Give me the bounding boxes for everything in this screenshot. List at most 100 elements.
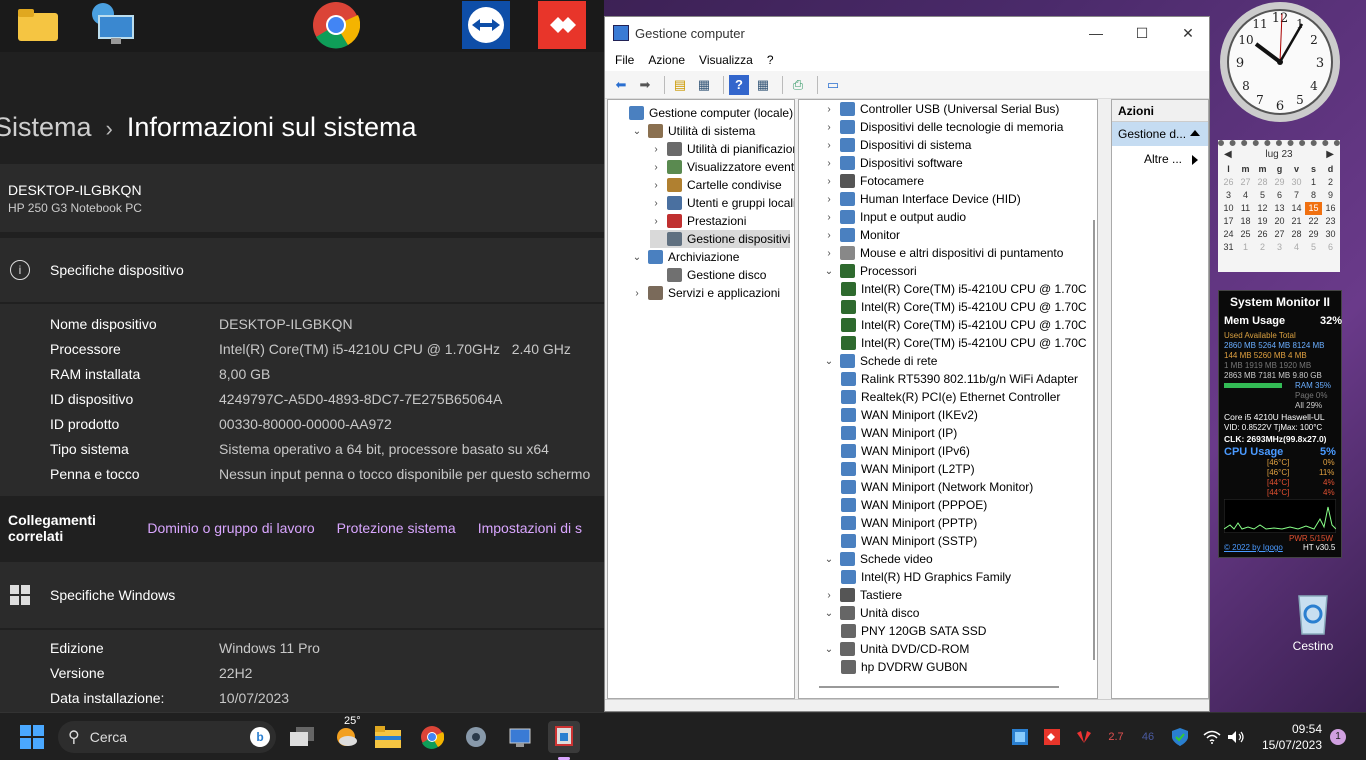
credit-link[interactable]: © 2022 by Igogo <box>1224 543 1283 552</box>
console-tree-item[interactable]: › Visualizzatore eventi <box>650 158 794 176</box>
calendar-day[interactable]: 24 <box>1220 228 1237 241</box>
actions-device-manager[interactable]: Gestione d... <box>1112 122 1208 146</box>
notification-badge[interactable]: 1 <box>1330 729 1346 745</box>
taskbar-clock[interactable]: 09:54 15/07/2023 <box>1262 721 1322 753</box>
menu-help[interactable]: ? <box>767 53 774 67</box>
chrome-icon[interactable] <box>312 2 360 49</box>
menu-action[interactable]: Azione <box>648 53 685 67</box>
calendar-day[interactable]: 30 <box>1288 176 1305 189</box>
calendar-day[interactable]: 13 <box>1271 202 1288 215</box>
network-computer-icon[interactable] <box>88 2 136 48</box>
horizontal-scrollbar[interactable] <box>819 686 1059 688</box>
console-tree-item[interactable]: Gestione disco <box>650 266 766 284</box>
calendar-day[interactable]: 12 <box>1254 202 1271 215</box>
chevron-right-icon[interactable]: › <box>823 230 835 241</box>
device-tree-item[interactable]: WAN Miniport (IPv6) <box>841 442 970 460</box>
calendar-day[interactable]: 28 <box>1254 176 1271 189</box>
start-button[interactable] <box>16 721 48 753</box>
calendar-day[interactable]: 7 <box>1288 189 1305 202</box>
console-tree-item[interactable]: ⌄ Utilità di sistema <box>631 122 755 140</box>
anydesk-tray-icon[interactable] <box>1036 721 1068 753</box>
device-tree-item[interactable]: WAN Miniport (Network Monitor) <box>841 478 1033 496</box>
calendar-day[interactable]: 1 <box>1305 176 1322 189</box>
device-tree-item[interactable]: WAN Miniport (SSTP) <box>841 532 977 550</box>
calendar-day[interactable]: 25 <box>1237 228 1254 241</box>
device-tree-item[interactable]: WAN Miniport (IKEv2) <box>841 406 978 424</box>
calendar-day[interactable]: 15 <box>1305 202 1322 215</box>
device-tree-item[interactable]: › Dispositivi di sistema <box>823 136 971 154</box>
menu-view[interactable]: Visualizza <box>699 53 753 67</box>
chevron-down-icon[interactable]: ⌄ <box>823 554 835 565</box>
calendar-day[interactable]: 26 <box>1220 176 1237 189</box>
calendar-day[interactable]: 16 <box>1322 202 1339 215</box>
task-view-icon[interactable] <box>286 721 318 753</box>
bing-icon[interactable]: b <box>250 727 270 747</box>
device-tree-item[interactable]: Ralink RT5390 802.11b/g/n WiFi Adapter <box>841 370 1078 388</box>
defender-shield-icon[interactable] <box>1164 721 1196 753</box>
calendar-day[interactable]: 17 <box>1220 215 1237 228</box>
calendar-day[interactable]: 3 <box>1271 241 1288 254</box>
tray-value-1[interactable]: 2.7 <box>1100 721 1132 753</box>
chevron-right-icon[interactable]: › <box>823 104 835 115</box>
device-tree-item[interactable]: ⌄ Processori <box>823 262 917 280</box>
chevron-down-icon[interactable]: ⌄ <box>631 252 643 263</box>
console-tree-item[interactable]: › Cartelle condivise <box>650 176 782 194</box>
prev-month-icon[interactable]: ◀ <box>1224 149 1232 160</box>
calendar-day[interactable]: 18 <box>1237 215 1254 228</box>
calendar-day[interactable]: 19 <box>1254 215 1271 228</box>
anydesk-icon[interactable] <box>538 1 586 49</box>
device-tree-item[interactable]: WAN Miniport (L2TP) <box>841 460 975 478</box>
calendar-day[interactable]: 10 <box>1220 202 1237 215</box>
back-arrow-icon[interactable]: ⬅ <box>611 75 631 95</box>
device-tree-item[interactable]: ⌄ Unità DVD/CD-ROM <box>823 640 969 658</box>
device-tree-item[interactable]: ⌄ Schede di rete <box>823 352 937 370</box>
calendar-day[interactable]: 9 <box>1322 189 1339 202</box>
calendar-day[interactable]: 2 <box>1254 241 1271 254</box>
calendar-day[interactable]: 28 <box>1288 228 1305 241</box>
calendar-day[interactable]: 6 <box>1271 189 1288 202</box>
console-tree-item[interactable]: Gestione dispositivi <box>650 230 791 248</box>
chevron-down-icon[interactable]: ⌄ <box>823 356 835 367</box>
calendar-day[interactable]: 26 <box>1254 228 1271 241</box>
console-tree-item[interactable]: › Servizi e applicazioni <box>631 284 780 302</box>
calendar-day[interactable]: 1 <box>1237 241 1254 254</box>
close-icon[interactable]: ✕ <box>1165 17 1211 49</box>
teamviewer-icon[interactable] <box>462 1 510 49</box>
link-domain-workgroup[interactable]: Dominio o gruppo di lavoro <box>147 520 314 536</box>
forward-arrow-icon[interactable]: ➡ <box>635 75 655 95</box>
folder-icon[interactable] <box>14 2 62 48</box>
chevron-right-icon[interactable]: › <box>823 590 835 601</box>
chevron-right-icon[interactable]: › <box>650 162 662 173</box>
device-tree-item[interactable]: ⌄ Schede video <box>823 550 933 568</box>
up-folder-icon[interactable]: ▤ <box>670 75 690 95</box>
maximize-icon[interactable]: ☐ <box>1119 17 1165 49</box>
calendar-day[interactable]: 22 <box>1305 215 1322 228</box>
chevron-right-icon[interactable]: › <box>823 158 835 169</box>
chevron-right-icon[interactable]: › <box>650 144 662 155</box>
console-tree-item[interactable]: › Utenti e gruppi locali <box>650 194 794 212</box>
chevron-right-icon[interactable]: › <box>823 140 835 151</box>
device-tree-item[interactable]: PNY 120GB SATA SSD <box>841 622 986 640</box>
calendar-day[interactable]: 29 <box>1305 228 1322 241</box>
console-tree-item[interactable]: Gestione computer (locale) <box>612 104 793 122</box>
chevron-right-icon[interactable]: › <box>823 212 835 223</box>
calendar-day[interactable]: 27 <box>1271 228 1288 241</box>
device-tree-item[interactable]: WAN Miniport (IP) <box>841 424 957 442</box>
chrome-taskbar-icon[interactable] <box>416 721 448 753</box>
window-titlebar[interactable]: Gestione computer — ☐ ✕ <box>605 17 1209 49</box>
calendar-day[interactable]: 5 <box>1254 189 1271 202</box>
console-tree-item[interactable]: › Prestazioni <box>650 212 746 230</box>
device-tree-item[interactable]: › Dispositivi software <box>823 154 963 172</box>
device-tree-item[interactable]: Intel(R) Core(TM) i5-4210U CPU @ 1.70C <box>841 334 1087 352</box>
calendar-day[interactable]: 2 <box>1322 176 1339 189</box>
chevron-right-icon[interactable]: › <box>631 288 643 299</box>
device-tree-item[interactable]: › Fotocamere <box>823 172 924 190</box>
console-tree-icon[interactable]: ▦ <box>694 75 714 95</box>
calendar-day[interactable]: 23 <box>1322 215 1339 228</box>
chevron-right-icon[interactable]: › <box>823 248 835 259</box>
device-tree-item[interactable]: › Dispositivi delle tecnologie di memoria <box>823 118 1063 136</box>
device-manager-taskbar-icon[interactable] <box>548 721 580 753</box>
taskbar-search[interactable]: ⚲ Cerca b <box>58 721 276 753</box>
chevron-down-icon[interactable]: ⌄ <box>823 266 835 277</box>
vertical-scrollbar[interactable] <box>1093 220 1095 660</box>
